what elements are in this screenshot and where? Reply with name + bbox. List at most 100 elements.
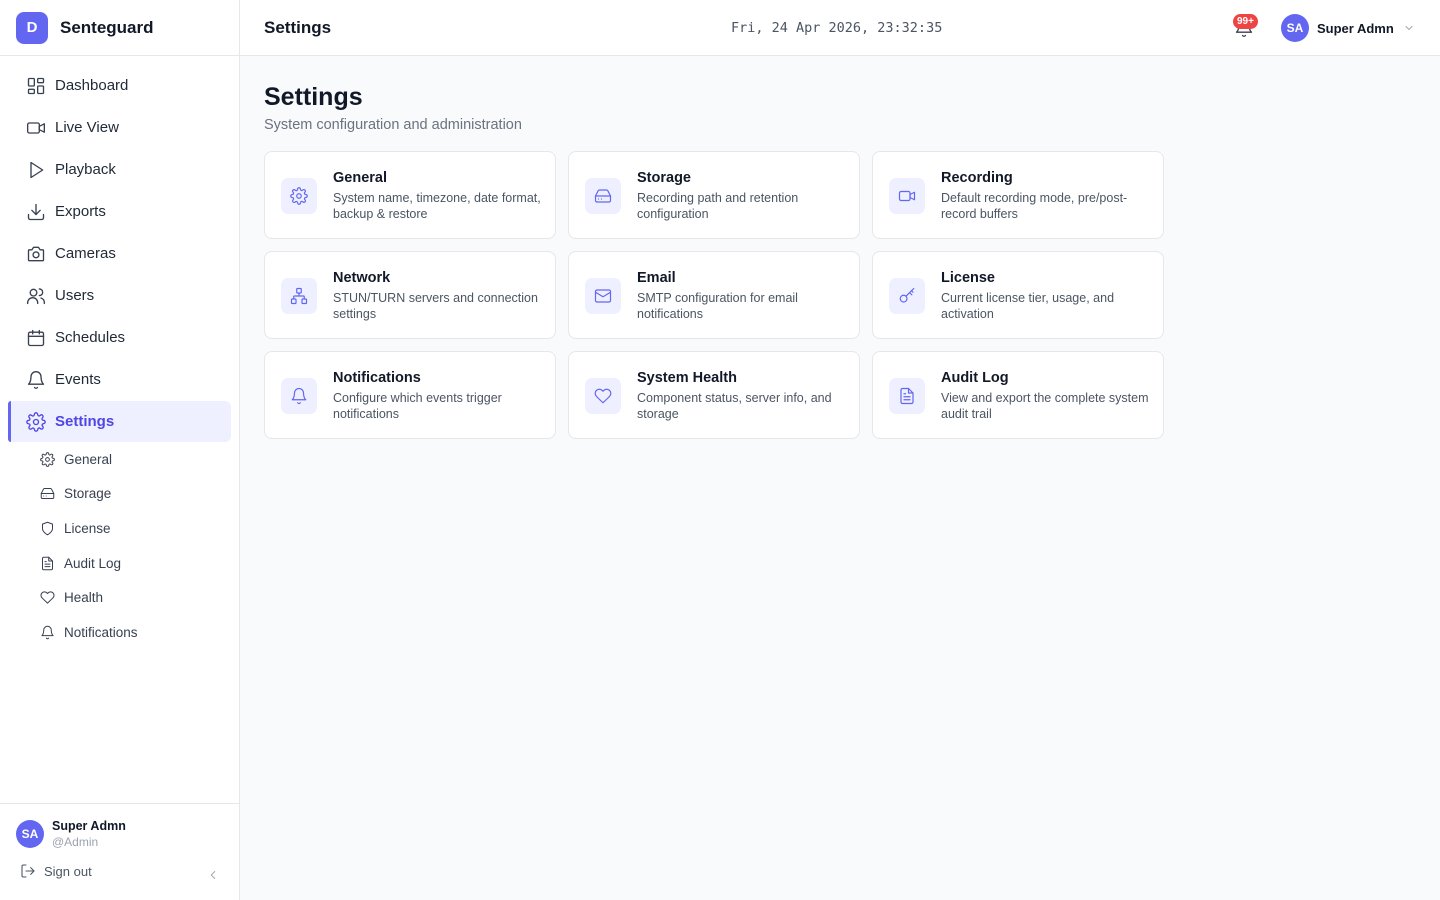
settings-card-storage[interactable]: Storage Recording path and retention con… (568, 151, 860, 239)
card-description: SMTP configuration for email notificatio… (637, 291, 798, 321)
card-title: General (333, 170, 387, 186)
gear-icon (40, 451, 55, 467)
sidebar-item-label: Settings (55, 413, 115, 430)
subnav-item-general[interactable]: General (40, 442, 230, 477)
sidebar-item-live-view[interactable]: Live View (8, 107, 231, 148)
card-title: Storage (637, 170, 691, 186)
collapse-sidebar-button[interactable] (206, 868, 220, 882)
subnav-item-label: Audit Log (64, 555, 122, 571)
subnav-item-audit-log[interactable]: Audit Log (40, 546, 230, 581)
file-text-icon (900, 387, 914, 405)
card-title: Notifications (333, 370, 421, 386)
subnav-item-label: Storage (64, 486, 112, 502)
bell-icon (291, 387, 307, 405)
user-menu-name: Super Admn (1317, 20, 1394, 36)
brand-logo: D (16, 11, 48, 44)
network-icon (290, 287, 308, 305)
subnav-item-notifications[interactable]: Notifications (40, 615, 230, 650)
sidebar-footer: SA Super Admn @Admin Sign out (0, 803, 239, 900)
subnav-item-storage[interactable]: Storage (40, 477, 230, 512)
log-out-icon (21, 864, 35, 878)
settings-card-license[interactable]: License Current license tier, usage, and… (872, 251, 1164, 339)
settings-card-grid: General System name, timezone, date form… (264, 151, 1416, 439)
settings-card-notifications[interactable]: Notifications Configure which events tri… (264, 351, 556, 439)
users-icon (27, 287, 45, 304)
subnav-item-license[interactable]: License (40, 511, 230, 546)
avatar: SA (16, 820, 44, 848)
top-header: Settings Fri, 24 Apr 2026, 23:32:35 99+ … (240, 0, 1440, 56)
file-text-icon (42, 556, 53, 570)
sidebar-item-playback[interactable]: Playback (8, 149, 231, 190)
hard-drive-icon (594, 189, 612, 203)
settings-card-email[interactable]: Email SMTP configuration for email notif… (568, 251, 860, 339)
chevron-left-icon (210, 871, 216, 879)
footer-user: SA Super Admn @Admin (16, 818, 126, 850)
calendar-icon (27, 329, 45, 346)
settings-card-audit-log[interactable]: Audit Log View and export the complete s… (872, 351, 1164, 439)
download-icon (27, 203, 45, 220)
sign-out-label: Sign out (44, 863, 92, 879)
card-description: Current license tier, usage, and activat… (941, 291, 1115, 321)
sidebar-item-label: Dashboard (55, 77, 129, 94)
sidebar-item-events[interactable]: Events (8, 359, 231, 400)
card-description: Recording path and retention configurati… (637, 191, 799, 221)
heart-icon (594, 388, 612, 404)
settings-subnav: General Storage License Audit Log Health… (40, 442, 230, 650)
sidebar-item-label: Schedules (55, 329, 126, 346)
gear-icon (290, 187, 308, 205)
card-description: STUN/TURN servers and connection setting… (333, 291, 538, 321)
bell-icon (27, 370, 45, 389)
key-icon (899, 287, 915, 303)
sidebar-item-schedules[interactable]: Schedules (8, 317, 231, 358)
play-icon (30, 161, 44, 178)
card-description: System name, timezone, date format, back… (333, 191, 541, 221)
sidebar-item-settings[interactable]: Settings (8, 401, 231, 442)
hard-drive-icon (40, 488, 55, 500)
card-title: Network (333, 270, 391, 286)
sidebar-nav: Dashboard Live View Playback Exports Cam… (8, 65, 231, 443)
sidebar-item-label: Live View (55, 119, 119, 136)
settings-card-system-health[interactable]: System Health Component status, server i… (568, 351, 860, 439)
subnav-item-label: Notifications (64, 624, 138, 640)
sidebar-item-label: Playback (55, 161, 116, 178)
settings-card-general[interactable]: General System name, timezone, date form… (264, 151, 556, 239)
sidebar-item-users[interactable]: Users (8, 275, 231, 316)
main-content: Settings System configuration and admini… (264, 56, 1416, 439)
user-menu[interactable]: SA Super Admn (1281, 14, 1415, 42)
mail-icon (594, 289, 612, 303)
camera-icon (27, 246, 45, 261)
sign-out-button[interactable]: Sign out (20, 863, 92, 879)
notification-count-badge: 99+ (1233, 14, 1258, 29)
bell-icon (41, 625, 54, 640)
card-description: Default recording mode, pre/post-record … (941, 191, 1128, 221)
card-description: View and export the complete system audi… (941, 391, 1149, 421)
sidebar-item-cameras[interactable]: Cameras (8, 233, 231, 274)
sidebar-item-exports[interactable]: Exports (8, 191, 231, 232)
page-title: Settings (264, 83, 363, 111)
settings-card-recording[interactable]: Recording Default recording mode, pre/po… (872, 151, 1164, 239)
chevron-down-icon (1405, 26, 1413, 30)
card-description: Configure which events trigger notificat… (333, 391, 502, 421)
brand[interactable]: D Senteguard (0, 0, 239, 56)
settings-card-network[interactable]: Network STUN/TURN servers and connection… (264, 251, 556, 339)
video-icon (27, 121, 45, 134)
heart-icon (40, 591, 55, 604)
footer-user-handle: @Admin (52, 835, 99, 849)
layout-grid-icon (27, 77, 45, 94)
subnav-item-label: Health (64, 590, 104, 606)
header-clock: Fri, 24 Apr 2026, 23:32:35 (731, 20, 943, 36)
avatar: SA (1281, 14, 1309, 42)
subnav-item-health[interactable]: Health (40, 580, 230, 615)
shield-icon (42, 521, 53, 536)
sidebar: D Senteguard Dashboard Live View Playbac… (0, 0, 240, 900)
sidebar-item-dashboard[interactable]: Dashboard (8, 65, 231, 106)
gear-icon (26, 411, 46, 432)
sidebar-item-label: Events (55, 371, 101, 388)
footer-user-name: Super Admn (52, 819, 126, 833)
subnav-item-label: License (64, 520, 111, 536)
header-title: Settings (264, 18, 332, 37)
sidebar-item-label: Users (55, 287, 95, 304)
card-title: Email (637, 270, 676, 286)
sidebar-item-label: Cameras (55, 245, 116, 262)
page-subtitle: System configuration and administration (264, 117, 522, 133)
